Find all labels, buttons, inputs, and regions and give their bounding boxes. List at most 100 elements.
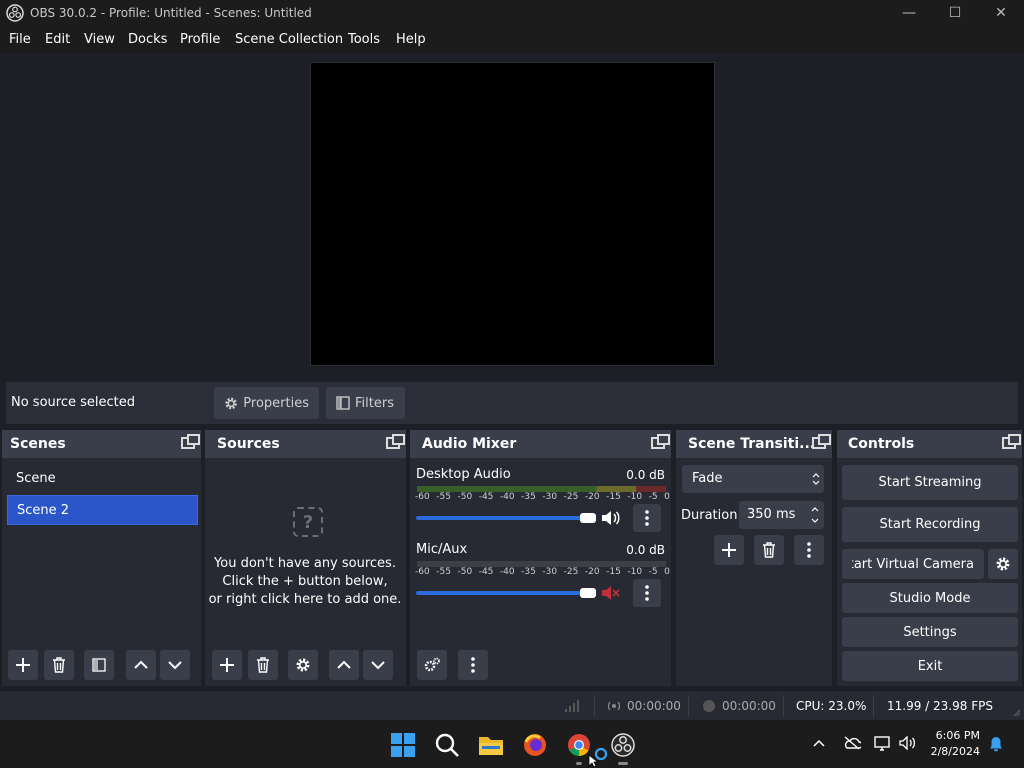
start-streaming-button[interactable]: Start Streaming (842, 465, 1018, 500)
menu-scene-collection[interactable]: Scene Collection (235, 32, 343, 47)
filters-label: Filters (355, 395, 394, 411)
search-icon[interactable] (434, 732, 460, 758)
channel-menu-button[interactable] (633, 579, 661, 607)
stream-icon (607, 701, 621, 711)
undock-icon[interactable] (1002, 434, 1021, 449)
properties-button[interactable]: Properties (214, 387, 319, 419)
plus-icon (722, 543, 736, 557)
add-scene-button[interactable] (8, 650, 38, 680)
transition-select[interactable]: Fade (682, 465, 824, 493)
network-icon[interactable] (874, 735, 892, 751)
meter-ticks: -60 -55 -50 -45 -40 -35 -30 -25 -20 -15 … (415, 492, 670, 502)
move-scene-up-button[interactable] (126, 650, 156, 680)
remove-transition-button[interactable] (754, 535, 784, 565)
running-indicator (618, 762, 628, 765)
move-scene-down-button[interactable] (160, 650, 190, 680)
onedrive-icon[interactable] (843, 736, 861, 750)
gear-icon (296, 658, 310, 672)
meter-tick: -5 (648, 567, 658, 577)
duration-input[interactable]: 350 ms (739, 501, 824, 529)
undock-icon[interactable] (181, 434, 200, 449)
menu-docks[interactable]: Docks (128, 32, 167, 47)
clock-date: 2/8/2024 (930, 745, 980, 758)
remove-source-button[interactable] (248, 650, 278, 680)
exit-button[interactable]: Exit (842, 651, 1018, 681)
windows-start-icon[interactable] (390, 732, 416, 758)
menu-file[interactable]: File (9, 32, 31, 47)
close-icon: ✕ (995, 5, 1007, 21)
start-recording-button[interactable]: Start Recording (842, 507, 1018, 542)
meter-tick: -55 (436, 492, 451, 502)
taskbar-clock[interactable]: 6:06 PM 2/8/2024 (931, 728, 980, 760)
start-virtual-camera-button[interactable]: Start Virtual Camera (842, 549, 984, 579)
obs-taskbar-icon[interactable] (610, 732, 636, 758)
sources-empty-text: You don't have any sources. (214, 556, 396, 571)
volume-slider-handle[interactable] (580, 588, 596, 598)
meter-tick: -60 (415, 567, 430, 577)
maximize-button[interactable]: ☐ (932, 0, 978, 26)
scene-item-selected[interactable]: Scene 2 (7, 495, 198, 525)
plus-icon (220, 658, 234, 672)
obs-logo-icon (6, 4, 24, 22)
volume-icon[interactable] (899, 736, 917, 750)
meter-tick: -30 (542, 567, 558, 577)
source-toolbar: No source selected Properties Filters (6, 382, 1018, 424)
tray-overflow-icon[interactable] (813, 739, 825, 747)
add-source-button[interactable] (212, 650, 242, 680)
firefox-icon[interactable] (522, 732, 548, 758)
status-separator (594, 695, 595, 717)
menu-edit[interactable]: Edit (45, 32, 70, 47)
transition-select-value: Fade (692, 471, 723, 486)
remove-scene-button[interactable] (44, 650, 74, 680)
audio-mixer-title: Audio Mixer (422, 436, 517, 452)
meter-tick: -35 (521, 492, 536, 502)
volume-slider[interactable] (416, 591, 594, 595)
undock-icon[interactable] (812, 434, 831, 449)
scene-filters-button[interactable] (84, 650, 114, 680)
menu-profile[interactable]: Profile (180, 32, 220, 47)
channel-menu-button[interactable] (633, 504, 661, 532)
volume-slider[interactable] (416, 516, 594, 520)
meter-tick: -30 (542, 492, 558, 502)
properties-label: Properties (243, 395, 309, 411)
scenes-dock: Scenes Scene Scene 2 (2, 430, 201, 686)
filters-button[interactable]: Filters (326, 387, 405, 419)
preview-canvas[interactable] (310, 62, 715, 366)
menu-help[interactable]: Help (396, 32, 426, 47)
menu-tools[interactable]: Tools (348, 32, 380, 47)
file-explorer-icon[interactable] (478, 732, 504, 758)
muted-speaker-icon[interactable] (601, 585, 621, 601)
status-separator (783, 695, 784, 717)
move-source-down-button[interactable] (363, 650, 393, 680)
question-icon: ? (293, 507, 323, 537)
audio-mixer-footer (410, 646, 671, 686)
close-button[interactable]: ✕ (978, 0, 1024, 26)
resize-grip-icon[interactable] (1013, 709, 1021, 717)
add-transition-button[interactable] (714, 535, 744, 565)
undock-icon[interactable] (651, 434, 670, 449)
audio-mixer-menu-button[interactable] (458, 650, 488, 680)
scene-item[interactable]: Scene (7, 464, 198, 494)
source-properties-button[interactable] (288, 650, 318, 680)
channel-db: 0.0 dB (626, 468, 665, 482)
channel-name: Mic/Aux (416, 542, 468, 557)
studio-mode-button[interactable]: Studio Mode (842, 583, 1018, 613)
menu-view[interactable]: View (84, 32, 115, 47)
transition-menu-button[interactable] (794, 535, 824, 565)
speaker-icon[interactable] (601, 510, 621, 526)
minimize-button[interactable]: — (886, 0, 932, 26)
taskbar: 6:06 PM 2/8/2024 (0, 720, 1024, 768)
volume-slider-handle[interactable] (580, 513, 596, 523)
kebab-icon (645, 510, 649, 526)
notification-bell-icon[interactable] (988, 736, 1004, 752)
controls-dock: Controls Start Streaming Start Recording… (837, 430, 1022, 686)
mouse-cursor-icon (588, 754, 599, 768)
move-source-up-button[interactable] (329, 650, 359, 680)
record-icon (703, 700, 715, 712)
channel-db: 0.0 dB (626, 543, 665, 557)
settings-button[interactable]: Settings (842, 617, 1018, 647)
chevron-up-icon (134, 660, 148, 669)
advanced-audio-button[interactable] (417, 650, 447, 680)
undock-icon[interactable] (386, 434, 405, 449)
virtual-camera-settings-button[interactable] (988, 549, 1018, 579)
